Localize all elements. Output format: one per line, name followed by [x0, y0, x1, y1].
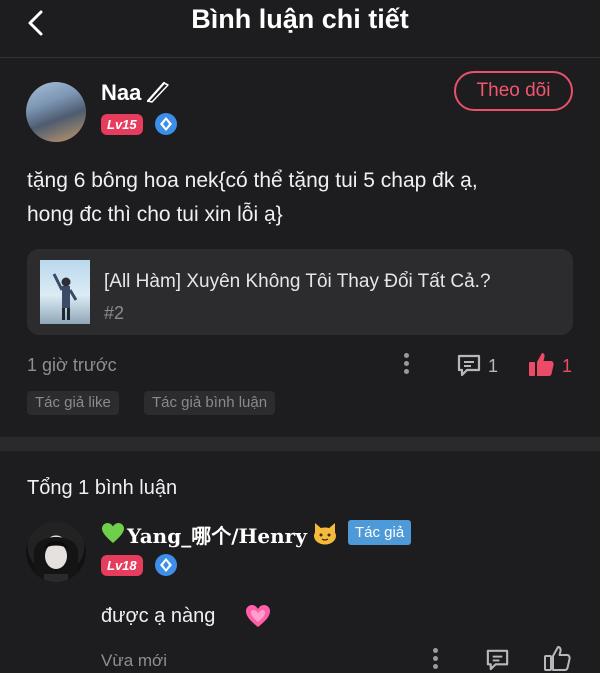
reply-username[interactable]: Yang_哪个/Henry — [127, 520, 307, 549]
comment-icon[interactable] — [455, 351, 483, 379]
post-time: 1 giờ trước — [27, 355, 117, 375]
like-count: 1 — [562, 356, 573, 376]
story-thumbnail — [40, 260, 90, 324]
thumbs-up-outline-icon[interactable] — [543, 644, 572, 673]
reply-time: Vừa mới — [101, 651, 167, 670]
author-liked-tag: Tác giả like — [27, 391, 119, 415]
green-heart-icon — [102, 523, 124, 543]
reply-level-badge: Lv18 — [101, 555, 143, 576]
author-replied-tag: Tác giả bình luận — [144, 391, 276, 415]
comment-line-2: hong đc thì cho tui xin lỗi ạ} — [27, 203, 283, 226]
page-title: Bình luận chi tiết — [191, 4, 409, 34]
story-title: [All Hàm] Xuyên Không Tôi Thay Đổi Tất C… — [104, 271, 491, 292]
comment-count: 1 — [488, 356, 499, 376]
story-chapter: #2 — [104, 303, 125, 323]
more-options-icon[interactable] — [433, 648, 441, 672]
thumbs-up-filled-icon[interactable] — [527, 350, 556, 379]
author-badge: Tác giả — [348, 520, 412, 545]
author-avatar[interactable] — [26, 82, 86, 142]
reply-avatar[interactable] — [26, 522, 86, 582]
level-badge: Lv15 — [101, 114, 143, 135]
author-username[interactable]: Naa — [101, 80, 141, 106]
total-replies-label: Tổng 1 bình luận — [27, 477, 178, 499]
pencil-icon — [146, 81, 169, 103]
comment-text: tặng 6 bông hoa nek{có thể tặng tui 5 ch… — [27, 164, 587, 232]
top-bar: Bình luận chi tiết — [0, 0, 600, 58]
comment-line-1: tặng 6 bông hoa nek{có thể tặng tui 5 ch… — [27, 169, 478, 192]
more-options-icon[interactable] — [404, 353, 412, 377]
follow-button[interactable]: Theo dõi — [454, 71, 573, 111]
diamond-rank-icon — [155, 113, 177, 135]
cat-face-icon — [314, 523, 336, 545]
comment-icon[interactable] — [484, 646, 511, 673]
diamond-rank-icon — [155, 554, 177, 576]
story-card[interactable]: [All Hàm] Xuyên Không Tôi Thay Đổi Tất C… — [27, 249, 573, 335]
section-divider — [0, 437, 600, 451]
pink-heart-icon — [246, 605, 270, 627]
reply-text: được ạ nàng — [101, 605, 216, 627]
